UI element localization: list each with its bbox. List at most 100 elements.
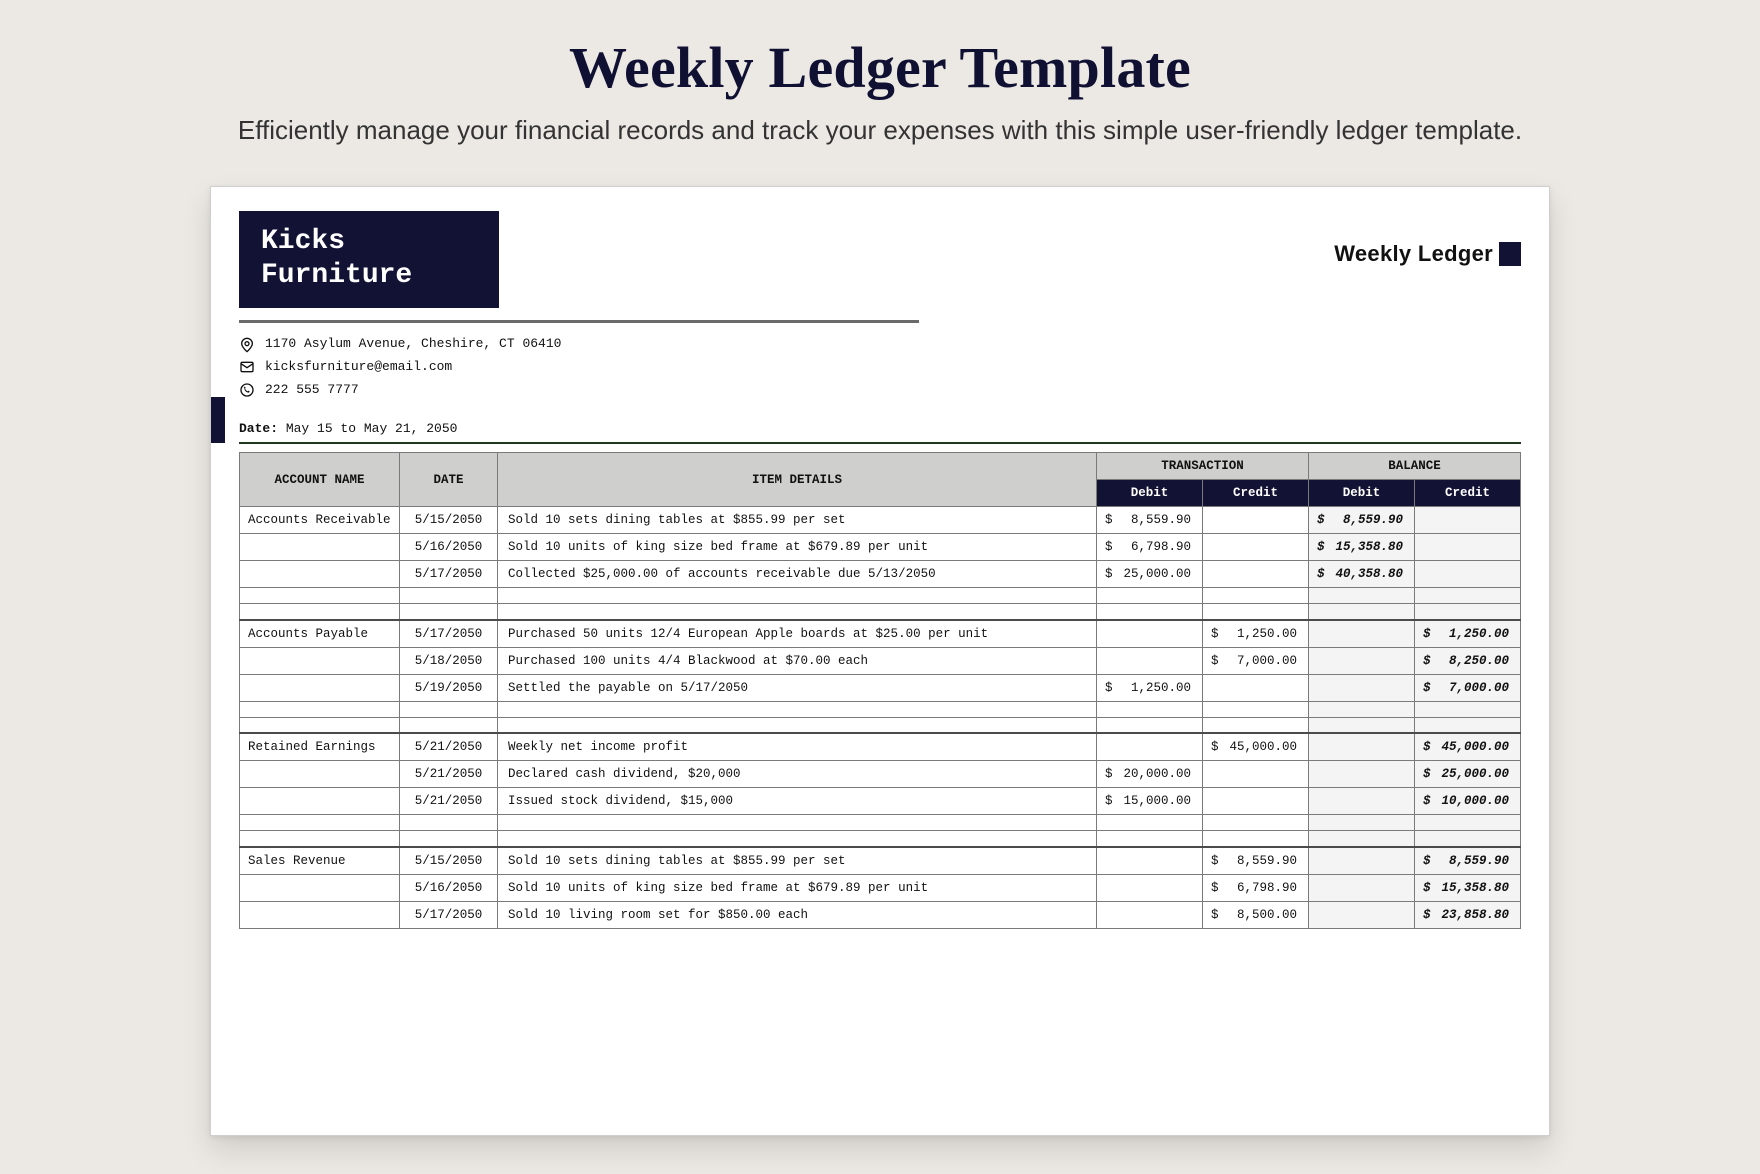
ledger-table: ACCOUNT NAME DATE ITEM DETAILS TRANSACTI…	[239, 452, 1521, 929]
cell-account	[240, 534, 400, 561]
cell-item: Sold 10 sets dining tables at $855.99 pe…	[498, 507, 1097, 534]
table-top-accent	[239, 442, 1521, 444]
cell-b-credit	[1414, 534, 1520, 561]
cell-t-debit: $1,250.00	[1096, 674, 1202, 701]
cell-t-credit: $7,000.00	[1202, 647, 1308, 674]
cell-t-debit: $25,000.00	[1096, 561, 1202, 588]
contact-email: kicksfurniture@email.com	[265, 356, 452, 379]
table-row: 5/21/2050Declared cash dividend, $20,000…	[240, 761, 1521, 788]
email-icon	[239, 359, 255, 375]
col-date: DATE	[400, 453, 498, 507]
col-balance: BALANCE	[1308, 453, 1520, 480]
table-row: Accounts Receivable5/15/2050Sold 10 sets…	[240, 507, 1521, 534]
table-spacer	[240, 831, 1521, 847]
page-title: Weekly Ledger Template	[0, 34, 1760, 101]
date-range: Date: May 15 to May 21, 2050	[239, 421, 1521, 436]
cell-t-credit: $6,798.90	[1202, 874, 1308, 901]
cell-b-debit	[1308, 733, 1414, 761]
cell-t-credit	[1202, 674, 1308, 701]
cell-item: Sold 10 units of king size bed frame at …	[498, 874, 1097, 901]
cell-t-debit	[1096, 874, 1202, 901]
cell-b-credit: $7,000.00	[1414, 674, 1520, 701]
cell-b-debit	[1308, 874, 1414, 901]
cell-date: 5/21/2050	[400, 788, 498, 815]
table-row: Accounts Payable5/17/2050Purchased 50 un…	[240, 620, 1521, 648]
table-spacer	[240, 717, 1521, 733]
date-value: May 15 to May 21, 2050	[286, 421, 458, 436]
header-divider	[239, 320, 919, 323]
cell-account	[240, 788, 400, 815]
cell-b-credit: $15,358.80	[1414, 874, 1520, 901]
cell-date: 5/21/2050	[400, 733, 498, 761]
cell-date: 5/15/2050	[400, 507, 498, 534]
cell-b-credit: $8,250.00	[1414, 647, 1520, 674]
cell-t-debit	[1096, 847, 1202, 875]
phone-icon	[239, 382, 255, 398]
cell-account: Sales Revenue	[240, 847, 400, 875]
cell-t-debit: $8,559.90	[1096, 507, 1202, 534]
cell-b-credit: $10,000.00	[1414, 788, 1520, 815]
brand-block: Kicks Furniture	[239, 211, 499, 308]
cell-t-credit: $45,000.00	[1202, 733, 1308, 761]
contact-block: 1170 Asylum Avenue, Cheshire, CT 06410 k…	[239, 333, 1521, 401]
cell-b-debit	[1308, 788, 1414, 815]
cell-date: 5/15/2050	[400, 847, 498, 875]
cell-t-credit	[1202, 534, 1308, 561]
cell-b-credit	[1414, 507, 1520, 534]
cell-b-debit: $8,559.90	[1308, 507, 1414, 534]
cell-t-credit: $1,250.00	[1202, 620, 1308, 648]
table-row: 5/19/2050Settled the payable on 5/17/205…	[240, 674, 1521, 701]
cell-account	[240, 674, 400, 701]
cell-b-debit	[1308, 674, 1414, 701]
cell-b-debit	[1308, 761, 1414, 788]
cell-item: Settled the payable on 5/17/2050	[498, 674, 1097, 701]
cell-t-credit	[1202, 788, 1308, 815]
cell-b-credit	[1414, 561, 1520, 588]
cell-date: 5/16/2050	[400, 874, 498, 901]
col-transaction: TRANSACTION	[1096, 453, 1308, 480]
cell-t-debit	[1096, 733, 1202, 761]
table-row: 5/21/2050Issued stock dividend, $15,000$…	[240, 788, 1521, 815]
cell-t-credit	[1202, 507, 1308, 534]
cell-date: 5/16/2050	[400, 534, 498, 561]
contact-phone: 222 555 7777	[265, 379, 359, 402]
cell-date: 5/17/2050	[400, 561, 498, 588]
table-row: 5/17/2050Collected $25,000.00 of account…	[240, 561, 1521, 588]
cell-account	[240, 901, 400, 928]
cell-date: 5/17/2050	[400, 620, 498, 648]
weekly-ledger-title: Weekly Ledger	[1334, 241, 1521, 267]
cell-b-credit: $45,000.00	[1414, 733, 1520, 761]
cell-item: Purchased 50 units 12/4 European Apple b…	[498, 620, 1097, 648]
cell-t-credit	[1202, 761, 1308, 788]
cell-date: 5/18/2050	[400, 647, 498, 674]
table-row: 5/18/2050Purchased 100 units 4/4 Blackwo…	[240, 647, 1521, 674]
table-spacer	[240, 815, 1521, 831]
cell-b-debit: $15,358.80	[1308, 534, 1414, 561]
accent-chip	[1499, 242, 1521, 266]
cell-b-debit	[1308, 647, 1414, 674]
cell-item: Sold 10 living room set for $850.00 each	[498, 901, 1097, 928]
table-row: Retained Earnings5/21/2050Weekly net inc…	[240, 733, 1521, 761]
side-accent	[211, 397, 225, 443]
cell-item: Purchased 100 units 4/4 Blackwood at $70…	[498, 647, 1097, 674]
cell-date: 5/21/2050	[400, 761, 498, 788]
cell-account	[240, 647, 400, 674]
table-spacer	[240, 701, 1521, 717]
table-header-row-1: ACCOUNT NAME DATE ITEM DETAILS TRANSACTI…	[240, 453, 1521, 480]
cell-date: 5/17/2050	[400, 901, 498, 928]
contact-address: 1170 Asylum Avenue, Cheshire, CT 06410	[265, 333, 561, 356]
cell-account: Accounts Payable	[240, 620, 400, 648]
weekly-ledger-label: Weekly Ledger	[1334, 241, 1493, 267]
cell-b-debit	[1308, 901, 1414, 928]
cell-t-debit	[1096, 901, 1202, 928]
cell-t-debit	[1096, 647, 1202, 674]
cell-b-debit: $40,358.80	[1308, 561, 1414, 588]
cell-t-debit: $15,000.00	[1096, 788, 1202, 815]
cell-account	[240, 561, 400, 588]
table-row: 5/16/2050Sold 10 units of king size bed …	[240, 874, 1521, 901]
cell-b-debit	[1308, 847, 1414, 875]
cell-account: Accounts Receivable	[240, 507, 400, 534]
cell-b-credit: $23,858.80	[1414, 901, 1520, 928]
cell-t-debit	[1096, 620, 1202, 648]
cell-t-credit: $8,500.00	[1202, 901, 1308, 928]
